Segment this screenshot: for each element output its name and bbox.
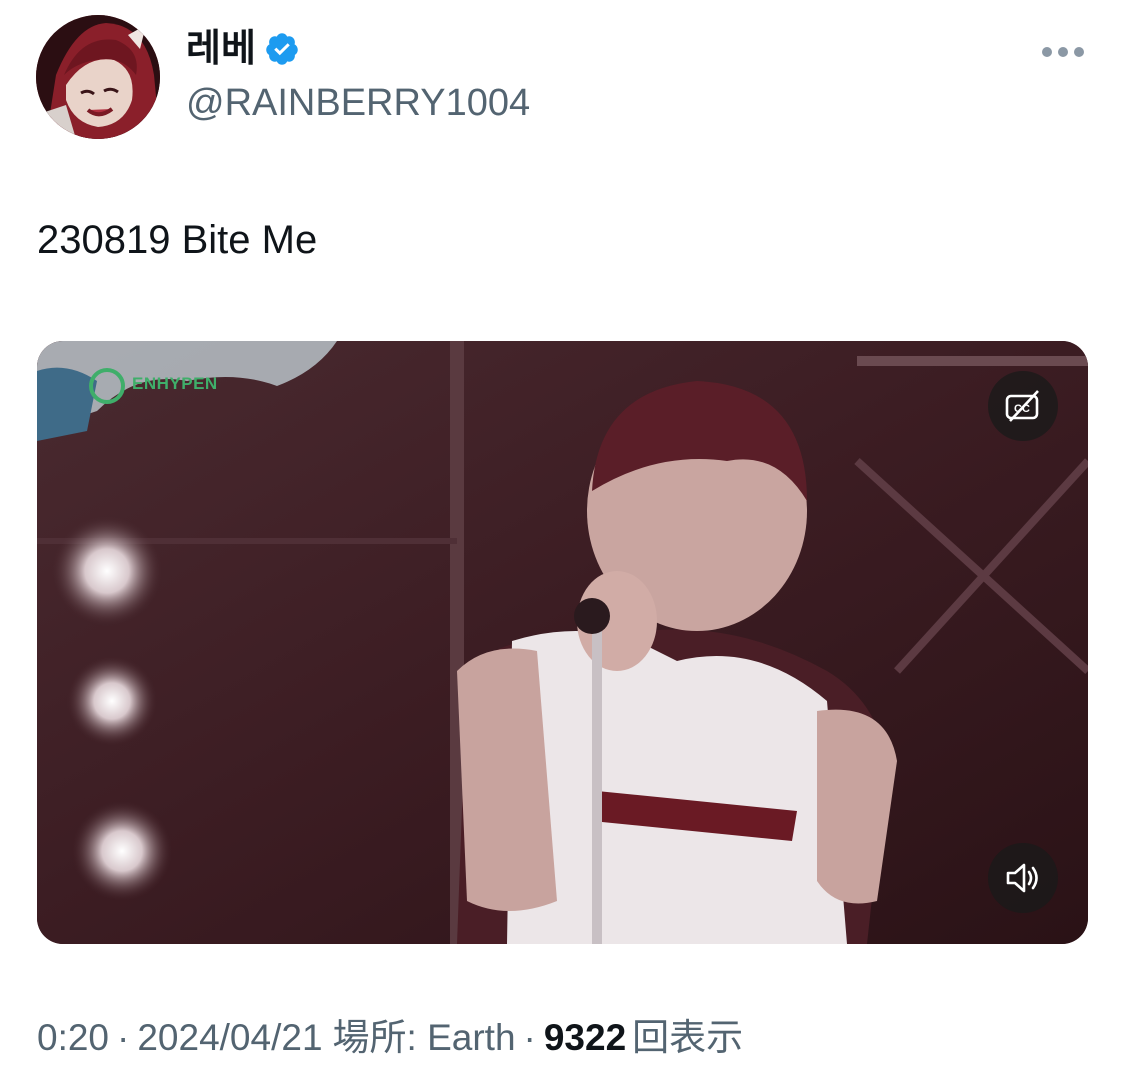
avatar[interactable] [36,15,160,139]
separator: · [117,1017,130,1058]
more-dots-icon [1042,47,1084,57]
captions-button[interactable]: CC [988,371,1058,441]
broadcast-logo-text: ENHYPEN [132,374,218,393]
video-frame [37,341,1088,944]
location[interactable]: 場所: Earth [323,1017,516,1058]
video-duration: 0:20 [37,1017,110,1058]
volume-button[interactable] [988,843,1058,913]
tweet-meta: 0:20 · 2024/04/21 場所: Earth · 9322 回表示 [37,1014,743,1062]
tweet-text: 230819 Bite Me [37,218,318,262]
verified-badge-icon [264,31,300,67]
user-handle[interactable]: @RAINBERRY1004 [186,80,530,126]
views-count: 9322 [543,1017,627,1058]
video-player[interactable]: ENHYPEN CC [37,341,1088,944]
views-label: 回表示 [632,1017,744,1058]
display-name-row[interactable]: 레베 [186,26,300,72]
display-name[interactable]: 레베 [186,26,256,72]
captions-off-icon: CC [1005,390,1039,422]
avatar-image [36,15,160,139]
more-options-button[interactable] [1041,36,1085,68]
post-date[interactable]: 2024/04/21 [137,1017,322,1058]
volume-muted-icon [1006,863,1038,893]
separator: · [523,1017,536,1058]
